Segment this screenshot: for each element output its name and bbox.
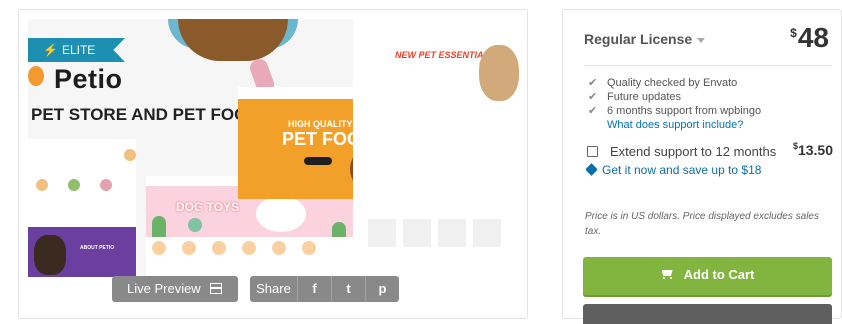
facebook-icon: f <box>312 281 317 296</box>
save-offer: Get it now and save up to $18 <box>585 163 762 177</box>
feature-item: ✔ Quality checked by Envato <box>588 76 761 90</box>
preview-product-grid <box>28 139 136 227</box>
feature-item: ✔ Future updates <box>588 90 761 104</box>
license-selector[interactable]: Regular License <box>584 31 706 47</box>
pinterest-icon: p <box>378 281 387 296</box>
preview-about-section: ABOUT PETIO <box>28 227 136 277</box>
preview-right-page: NEW PET ESSENTIALS <box>353 19 519 277</box>
hero-title-small: HIGH QUALITY <box>288 119 353 129</box>
license-price: $48 <box>790 22 829 54</box>
theme-preview-image[interactable]: Petio PET STORE AND PET FOOD ABOUT PETIO… <box>28 19 519 277</box>
feature-item: ✔ 6 months support from wpbingo <box>588 104 761 118</box>
live-preview-button[interactable]: Live Preview <box>112 276 238 302</box>
share-group: Share f t p <box>250 276 399 302</box>
check-icon: ✔ <box>588 91 598 103</box>
food-bowl-graphic <box>178 19 288 61</box>
support-info-link[interactable]: What does support include? <box>588 118 761 132</box>
add-to-cart-button[interactable]: Add to Cart <box>583 257 832 295</box>
elite-badge: ⚡ ELITE <box>28 38 125 62</box>
extend-support-checkbox[interactable] <box>587 146 598 157</box>
check-icon: ✔ <box>588 77 598 89</box>
pinterest-share-button[interactable]: p <box>365 276 399 302</box>
extend-amount: 13.50 <box>797 142 833 158</box>
twitter-icon: t <box>346 281 351 296</box>
save-offer-text: Get it now and save up to $18 <box>602 163 762 177</box>
buy-now-button[interactable] <box>583 304 832 324</box>
puppy-graphic <box>479 45 519 101</box>
feature-label: Future updates <box>607 91 681 103</box>
extend-support-price: $13.50 <box>792 141 833 158</box>
check-icon: ✔ <box>588 105 598 117</box>
extend-currency: $ <box>792 141 798 151</box>
bolt-icon: ⚡ <box>43 43 58 57</box>
about-text: ABOUT PETIO <box>80 245 115 251</box>
cart-icon <box>661 270 674 279</box>
share-label: Share <box>250 276 297 302</box>
twitter-share-button[interactable]: t <box>331 276 365 302</box>
extend-support-label[interactable]: Extend support to 12 months <box>610 144 776 159</box>
paw-logo-icon <box>28 66 44 86</box>
preview-tagline: PET STORE AND PET FOOD <box>31 105 260 124</box>
logo-text: Petio <box>54 64 123 94</box>
live-preview-label: Live Preview <box>127 281 201 296</box>
facebook-share-button[interactable]: f <box>297 276 331 302</box>
price-note: Price is in US dollars. Price displayed … <box>585 211 819 237</box>
badge-label: ELITE <box>61 43 96 57</box>
license-features: ✔ Quality checked by Envato ✔ Future updat… <box>588 76 761 132</box>
divider <box>584 65 832 66</box>
purchase-card: Regular License $48 ✔ Quality checked by … <box>562 9 842 324</box>
license-name: Regular License <box>584 31 693 47</box>
item-preview-card: Petio PET STORE AND PET FOOD ABOUT PETIO… <box>18 9 528 319</box>
feature-label: 6 months support from wpbingo <box>607 105 762 117</box>
price-amount: 48 <box>797 22 829 53</box>
chevron-down-icon <box>697 37 706 43</box>
feature-label: Quality checked by Envato <box>607 77 738 89</box>
add-to-cart-label: Add to Cart <box>683 267 755 282</box>
preview-window-icon <box>210 283 222 294</box>
dog-toys-title: DOG TOYS <box>176 200 240 214</box>
tag-icon <box>585 163 598 176</box>
price-currency: $ <box>790 26 797 40</box>
